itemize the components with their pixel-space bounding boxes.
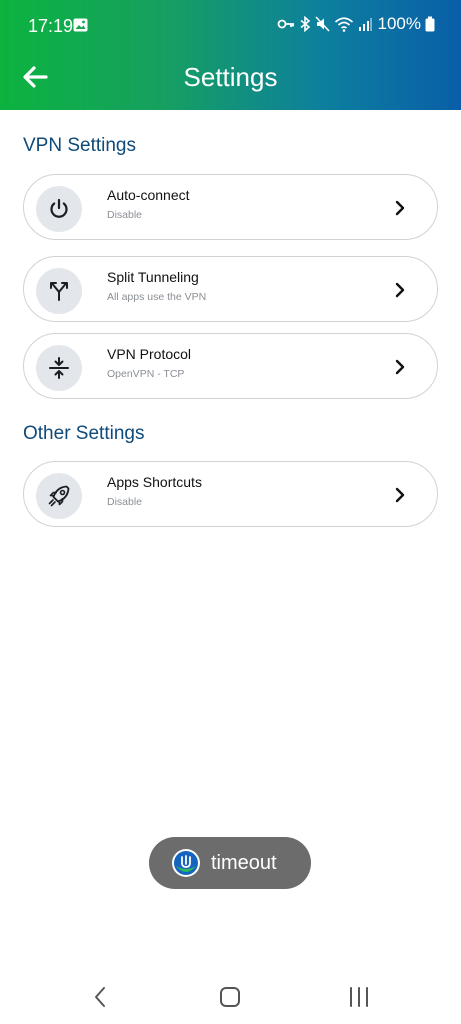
setting-apps-shortcuts[interactable]: Apps Shortcuts Disable — [23, 461, 438, 527]
rocket-icon — [48, 485, 70, 507]
mute-icon — [314, 16, 330, 32]
setting-title: Split Tunneling — [107, 269, 199, 285]
protocol-icon — [49, 357, 69, 379]
setting-subtitle: Disable — [107, 496, 143, 508]
gallery-notification-icon — [73, 18, 88, 32]
nav-home-icon[interactable] — [217, 985, 243, 1009]
app-logo-icon — [172, 849, 200, 877]
status-bar: 17:19 100% — [0, 0, 461, 52]
page-title: Settings — [183, 62, 278, 92]
nav-recents-icon[interactable] — [346, 985, 372, 1009]
system-navigation-bar — [0, 965, 461, 1024]
toast-text: timeout — [211, 851, 277, 874]
vpn-key-icon — [277, 19, 294, 29]
battery-percent: 100% — [377, 14, 421, 33]
setting-icon-container — [36, 186, 82, 232]
setting-auto-connect[interactable]: Auto-connect Disable — [23, 174, 438, 240]
setting-icon-container — [36, 473, 82, 519]
toast-message: timeout — [149, 837, 311, 889]
setting-vpn-protocol[interactable]: VPN Protocol OpenVPN - TCP — [23, 333, 438, 399]
app-header: 17:19 100% Settings — [0, 0, 461, 110]
chevron-right-icon — [395, 359, 405, 375]
setting-title: Auto-connect — [107, 187, 190, 203]
chevron-right-icon — [395, 282, 405, 298]
signal-icon — [358, 17, 372, 31]
setting-split-tunneling[interactable]: Split Tunneling All apps use the VPN — [23, 256, 438, 322]
wifi-icon — [334, 17, 353, 32]
battery-icon — [425, 16, 435, 32]
split-icon — [50, 282, 68, 301]
power-icon — [50, 198, 68, 218]
setting-icon-container — [36, 268, 82, 314]
bluetooth-icon — [300, 16, 310, 32]
setting-title: Apps Shortcuts — [107, 474, 202, 490]
nav-back-icon[interactable] — [88, 985, 114, 1009]
chevron-right-icon — [395, 487, 405, 503]
section-title-vpn-settings: VPN Settings — [23, 135, 136, 156]
setting-title: VPN Protocol — [107, 346, 192, 362]
status-icons: 100% — [277, 14, 435, 34]
setting-subtitle: All apps use the VPN — [107, 291, 207, 303]
setting-subtitle: Disable — [107, 209, 143, 221]
section-title-other-settings: Other Settings — [23, 423, 145, 444]
setting-subtitle: OpenVPN - TCP — [107, 368, 185, 380]
status-time: 17:19 — [28, 16, 74, 36]
chevron-right-icon — [395, 200, 405, 216]
setting-icon-container — [36, 345, 82, 391]
